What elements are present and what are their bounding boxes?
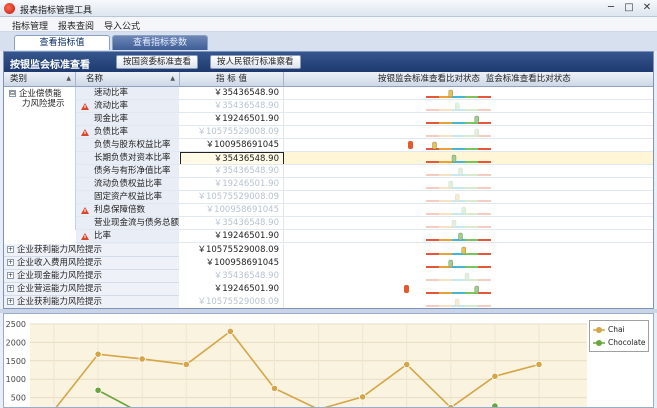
window-title: 报表指标管理工具 (20, 6, 93, 16)
sort-asc-icon: ▲ (66, 75, 71, 82)
tab-view-values[interactable]: 查看指标值 (14, 35, 110, 50)
data-point-chai (182, 360, 190, 369)
expand-icon[interactable]: + (7, 246, 14, 253)
data-point-chai (94, 350, 102, 358)
risk-group-label-cell: + 企业获利能力风险提示 (4, 244, 179, 257)
header-status-label: 按银监会标准查看比对状态 (378, 74, 481, 84)
view-sasac-button[interactable]: 按国资委标准查看 (116, 55, 199, 69)
header-value-label: 指 标 值 (216, 74, 247, 84)
risk-group-value[interactable]: ￥35436548.90 (180, 270, 284, 283)
sort-asc-icon: ▲ (170, 75, 175, 82)
y-tick-label: 1500 (6, 357, 26, 366)
risk-group-label: 企业获利能力风险提示 (17, 297, 103, 307)
trend-chart-panel: 2500 2000 1500 1000 500 (3, 313, 654, 408)
risk-group-label: 企业现金能力风险提示 (17, 271, 103, 281)
legend-marker-chai (596, 327, 602, 333)
row-divider (76, 242, 653, 243)
risk-group-label-cell: + 企业现金能力风险提示 (4, 270, 179, 283)
data-point-chai (447, 403, 455, 407)
trend-chart: 2500 2000 1500 1000 500 (6, 320, 587, 407)
risk-group-row[interactable]: + 企业营运能力风险提示 ￥19246501.90 (4, 283, 653, 296)
legend-label-chai: Chai (608, 325, 625, 334)
maximize-button[interactable]: □ (623, 2, 635, 14)
data-point-chai (403, 360, 411, 369)
risk-group-row[interactable]: + 企业收入费用风险提示 ￥100958691045 (4, 257, 653, 270)
y-tick-label: 500 (11, 394, 26, 403)
header-value[interactable]: 指 标 值 (180, 72, 284, 87)
tab-strip: 查看指标值 查看指标参数 (0, 32, 657, 51)
risk-group-row[interactable]: + 企业获利能力风险提示 ￥10575529008.09 (4, 296, 653, 308)
minimize-button[interactable]: ─ (605, 2, 617, 14)
risk-group-label-cell: + 企业获利能力风险提示 (4, 296, 179, 308)
app-icon (4, 3, 15, 14)
warning-icon (80, 232, 90, 241)
header-category[interactable]: 类别 ▲ (4, 72, 76, 87)
risk-group-label: 企业营运能力风险提示 (17, 284, 103, 294)
warning-icon (80, 102, 90, 111)
menu-item-import-formula[interactable]: 导入公式 (104, 19, 140, 32)
warning-icon (80, 128, 90, 137)
data-point-chai (535, 360, 543, 369)
plot-area (30, 324, 587, 407)
risk-group-row[interactable]: + 企业现金能力风险提示 ￥35436548.90 (4, 270, 653, 283)
indicator-grid: 按银监会标准查看 按国资委标准查看 按人民银行标准察看 类别 ▲ 名称 ▲ 指 标 … (3, 51, 654, 309)
grid-toolbar: 按银监会标准查看 按国资委标准查看 按人民银行标准察看 (4, 52, 653, 72)
data-point-chai (138, 355, 146, 363)
header-status[interactable]: 按银监会标准查看比对状态 监会标准查看比对状态 (284, 72, 653, 87)
risk-group-row[interactable]: + 企业获利能力风险提示 ￥10575529008.09 (4, 244, 653, 257)
risk-group-label: 企业获利能力风险提示 (17, 245, 103, 255)
menu-item-indicator-management[interactable]: 指标管理 (12, 19, 48, 32)
header-category-label: 类别 (10, 74, 28, 84)
expand-icon[interactable]: + (7, 285, 14, 292)
legend-marker-chocolate (596, 340, 602, 346)
menu-item-report-review[interactable]: 报表查阅 (58, 19, 94, 32)
risk-group-value[interactable]: ￥10575529008.09 (180, 244, 284, 257)
y-tick-label: 2500 (6, 320, 26, 329)
legend-label-chocolate: Chocolate (608, 338, 646, 347)
header-status2-label: 监会标准查看比对状态 (485, 74, 571, 84)
data-point-chai (359, 393, 367, 401)
risk-group-value[interactable]: ￥19246501.90 (180, 283, 284, 296)
view-pboc-button[interactable]: 按人民银行标准察看 (210, 55, 301, 69)
data-point-chocolate (94, 386, 102, 394)
expand-icon[interactable]: + (7, 272, 14, 279)
expand-icon[interactable]: + (7, 259, 14, 266)
data-point-chai (226, 327, 234, 335)
data-point-chocolate (491, 402, 499, 407)
chart-legend: Chai Chocolate (589, 320, 649, 352)
risk-group-label: 企业收入费用风险提示 (17, 258, 103, 268)
expand-icon[interactable]: + (7, 298, 14, 305)
risk-group-label-cell: + 企业收入费用风险提示 (4, 257, 179, 270)
toolbar-title: 按银监会标准查看 (10, 60, 90, 71)
y-tick-label: 1000 (6, 375, 26, 384)
y-tick-label: 2000 (6, 338, 26, 347)
title-bar: 报表指标管理工具 ─ □ ✕ (0, 0, 657, 17)
close-button[interactable]: ✕ (641, 2, 653, 14)
menu-bar: 指标管理 报表查阅 导入公式 (0, 17, 657, 32)
data-point-chai (270, 384, 279, 393)
risk-group-label-cell: + 企业营运能力风险提示 (4, 283, 179, 296)
warning-icon (80, 206, 90, 215)
header-name[interactable]: 名称 ▲ (76, 72, 180, 87)
header-name-label: 名称 (86, 74, 104, 84)
risk-group-value[interactable]: ￥10575529008.09 (180, 296, 284, 308)
data-point-chai (491, 372, 499, 380)
risk-group-value[interactable]: ￥100958691045 (180, 257, 284, 270)
tab-view-parameters[interactable]: 查看指标参数 (112, 35, 208, 50)
